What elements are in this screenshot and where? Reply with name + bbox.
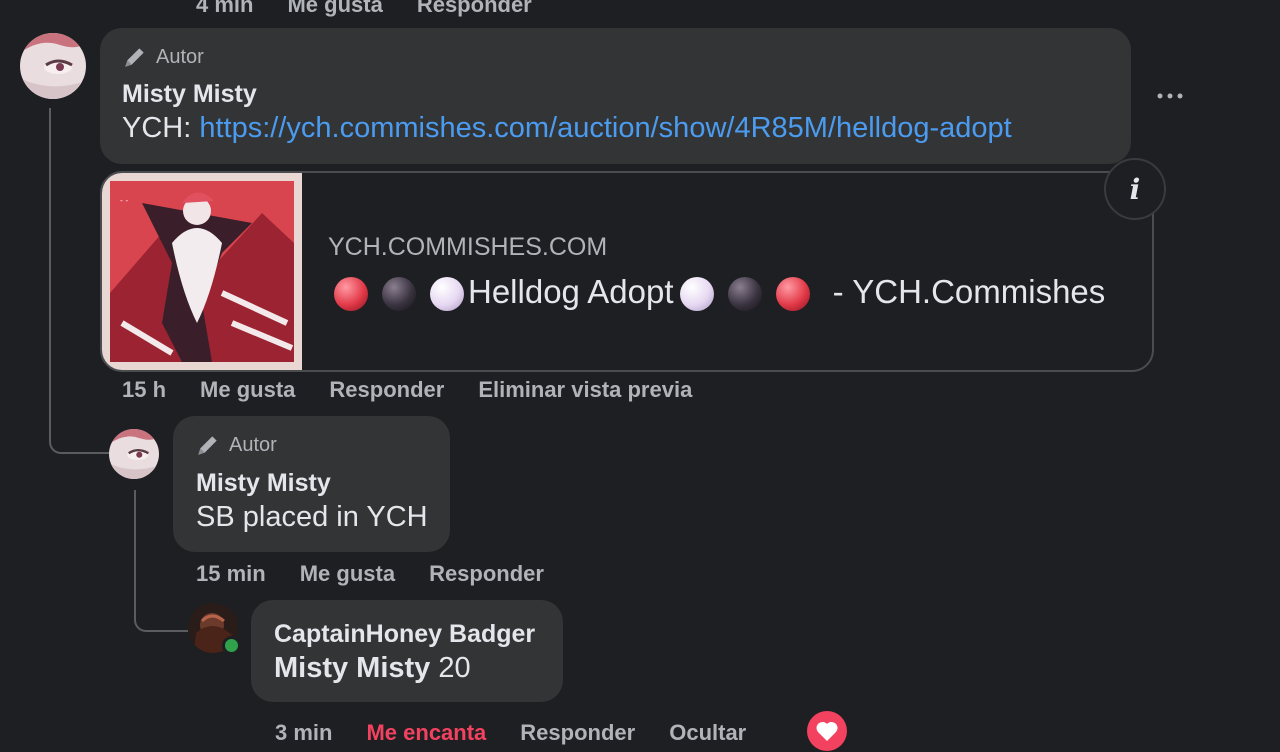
reply-button[interactable]: Responder	[520, 720, 635, 746]
reply-button[interactable]: Responder	[329, 377, 444, 403]
preview-title-main: Helldog Adopt	[468, 273, 674, 310]
love-reaction-button[interactable]: Me encanta	[366, 720, 486, 746]
author-badge-label: Autor	[156, 45, 204, 68]
red-orb-icon	[775, 277, 810, 312]
like-button[interactable]: Me gusta	[200, 377, 295, 403]
preview-title: Helldog Adopt - YCH.Commishes	[334, 273, 1106, 312]
remove-preview-button[interactable]: Eliminar vista previa	[478, 377, 692, 403]
comment-author[interactable]: Misty Misty	[122, 80, 257, 109]
comment-time[interactable]: 15 min	[196, 561, 266, 587]
comment-author[interactable]: CaptainHoney Badger	[274, 620, 535, 649]
dark-orb-icon	[382, 277, 416, 312]
comment-time[interactable]: 4 min	[196, 0, 253, 18]
preview-domain: YCH.COMMISHES.COM	[328, 233, 608, 261]
comment-text-body: 20	[430, 652, 471, 684]
comment-actions: 15 h Me gusta Responder Eliminar vista p…	[122, 377, 692, 403]
comment-actions: 3 min Me encanta Responder Ocultar	[275, 720, 746, 746]
preview-title-suffix: - YCH.Commishes	[823, 273, 1106, 310]
pencil-icon	[125, 48, 144, 67]
comment-bubble: CaptainHoney Badger Misty Misty 20	[251, 600, 563, 702]
heart-icon[interactable]	[807, 711, 847, 751]
comment-bubble: Autor Misty Misty YCH: https://ych.commi…	[100, 28, 1131, 164]
hide-button[interactable]: Ocultar	[669, 720, 746, 746]
like-button[interactable]: Me gusta	[300, 561, 395, 587]
dark-orb-icon	[727, 277, 762, 312]
ellipsis-icon[interactable]	[1154, 86, 1186, 106]
info-icon[interactable]: i	[1104, 158, 1166, 220]
comment-link[interactable]: https://ych.commishes.com/auction/show/4…	[199, 112, 1011, 144]
link-preview-card[interactable]: - - YCH.COMMISHES.COM Helldog Adopt - YC…	[100, 171, 1154, 372]
avatar[interactable]	[109, 429, 159, 479]
reply-button[interactable]: Responder	[429, 561, 544, 587]
pearl-orb-icon	[679, 277, 714, 312]
comment-actions: 15 min Me gusta Responder	[196, 561, 544, 587]
author-badge: Autor	[122, 44, 204, 70]
online-status-indicator	[222, 636, 241, 655]
comment-author[interactable]: Misty Misty	[196, 469, 331, 498]
pencil-icon	[198, 436, 217, 455]
svg-text:- -: - -	[120, 196, 128, 205]
avatar[interactable]	[20, 33, 86, 99]
comment-time[interactable]: 15 h	[122, 377, 166, 403]
comment-text: SB placed in YCH	[196, 501, 428, 533]
comment-text: YCH: https://ych.commishes.com/auction/s…	[122, 112, 1012, 145]
pearl-orb-icon	[430, 277, 464, 312]
comment-prefix: YCH:	[122, 112, 200, 144]
reply-button[interactable]: Responder	[417, 0, 532, 18]
comment-bubble: Autor Misty Misty SB placed in YCH	[173, 416, 450, 552]
red-orb-icon	[334, 277, 368, 312]
like-button[interactable]: Me gusta	[287, 0, 382, 18]
author-badge-label: Autor	[229, 433, 277, 456]
mention-link[interactable]: Misty Misty	[274, 652, 430, 684]
preview-thumbnail: - -	[102, 173, 302, 370]
top-comment-actions: 4 min Me gusta Responder	[196, 0, 532, 18]
comment-text: Misty Misty 20	[274, 652, 471, 685]
author-badge: Autor	[195, 432, 277, 458]
comment-time[interactable]: 3 min	[275, 720, 332, 746]
